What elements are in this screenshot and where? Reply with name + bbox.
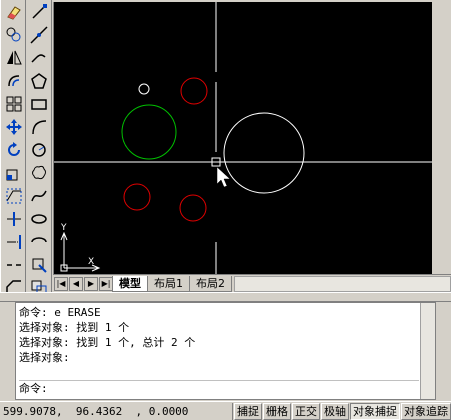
mirror-icon[interactable] <box>2 47 26 69</box>
rectangle-icon[interactable] <box>27 93 51 115</box>
first-tab-button[interactable]: |◀ <box>54 276 68 291</box>
eraser-icon[interactable] <box>2 1 26 23</box>
small-white-circle[interactable] <box>138 83 150 95</box>
red-circle-bottom-left[interactable] <box>123 183 151 211</box>
red-circle-bottom-right[interactable] <box>179 194 207 222</box>
construction-line-icon[interactable] <box>27 24 51 46</box>
snap-toggle[interactable]: 捕捉 <box>234 402 262 420</box>
extend-icon[interactable] <box>2 231 26 253</box>
command-scrollbar[interactable] <box>420 303 435 399</box>
circle-icon[interactable] <box>27 139 51 161</box>
window-splitter[interactable] <box>0 292 451 302</box>
drawing-canvas[interactable]: Y X <box>53 2 451 274</box>
tab-model[interactable]: 模型 <box>112 275 148 292</box>
offset-icon[interactable] <box>2 70 26 92</box>
command-history: 命令: e ERASE 选择对象: 找到 1 个 选择对象: 找到 1 个, 总… <box>19 305 419 365</box>
green-circle[interactable] <box>121 104 177 160</box>
command-history-line: 选择对象: <box>19 351 70 364</box>
next-tab-button[interactable]: ▶ <box>84 276 98 291</box>
command-history-line: 命令: e ERASE <box>19 306 101 319</box>
insert-block-icon[interactable] <box>27 254 51 276</box>
command-input[interactable]: 命令: <box>19 380 419 396</box>
tab-layout2[interactable]: 布局2 <box>189 275 232 292</box>
grid-toggle[interactable]: 栅格 <box>263 402 291 420</box>
last-tab-button[interactable]: ▶| <box>99 276 113 291</box>
rotate-icon[interactable] <box>2 139 26 161</box>
copy-icon[interactable] <box>2 24 26 46</box>
ellipse-arc-icon[interactable] <box>27 231 51 253</box>
spline-icon[interactable] <box>27 185 51 207</box>
osnap-toggle[interactable]: 对象捕捉 <box>350 402 400 420</box>
polygon-icon[interactable] <box>27 70 51 92</box>
vertical-scrollbar[interactable] <box>432 2 451 274</box>
line-icon[interactable] <box>27 1 51 23</box>
red-circle-top[interactable] <box>180 77 208 105</box>
ellipse-icon[interactable] <box>27 208 51 230</box>
prev-tab-button[interactable]: ◀ <box>69 276 83 291</box>
ortho-toggle[interactable]: 正交 <box>292 402 320 420</box>
coordinate-readout: 599.9078, 96.4362 , 0.0000 <box>0 402 233 420</box>
command-window-grip[interactable] <box>0 302 15 400</box>
tab-layout1[interactable]: 布局1 <box>147 275 190 292</box>
ucs-x-label: X <box>88 257 94 267</box>
arc-icon[interactable] <box>27 116 51 138</box>
scale-icon[interactable] <box>2 162 26 184</box>
command-history-line: 选择对象: 找到 1 个 <box>19 321 130 334</box>
move-icon[interactable] <box>2 116 26 138</box>
revision-cloud-icon[interactable] <box>27 162 51 184</box>
trim-icon[interactable] <box>2 208 26 230</box>
break-icon[interactable] <box>2 254 26 276</box>
status-bar: 599.9078, 96.4362 , 0.0000 捕捉 栅格 正交 极轴 对… <box>0 401 451 420</box>
polyline-icon[interactable] <box>27 47 51 69</box>
stretch-icon[interactable] <box>2 185 26 207</box>
draw-toolbar <box>26 0 52 296</box>
modify-toolbar <box>0 0 26 295</box>
ucs-y-label: Y <box>60 223 67 233</box>
large-white-circle[interactable] <box>223 112 305 194</box>
layout-tab-bar: |◀ ◀ ▶ ▶| 模型 布局1 布局2 <box>53 274 451 292</box>
otrack-toggle[interactable]: 对象追踪 <box>401 402 451 420</box>
command-history-line: 选择对象: 找到 1 个, 总计 2 个 <box>19 336 196 349</box>
horizontal-scrollbar[interactable] <box>234 275 451 292</box>
polar-toggle[interactable]: 极轴 <box>321 402 349 420</box>
command-window: 命令: e ERASE 选择对象: 找到 1 个 选择对象: 找到 1 个, 总… <box>15 302 436 400</box>
drawing-svg: Y X <box>54 2 451 274</box>
array-icon[interactable] <box>2 93 26 115</box>
